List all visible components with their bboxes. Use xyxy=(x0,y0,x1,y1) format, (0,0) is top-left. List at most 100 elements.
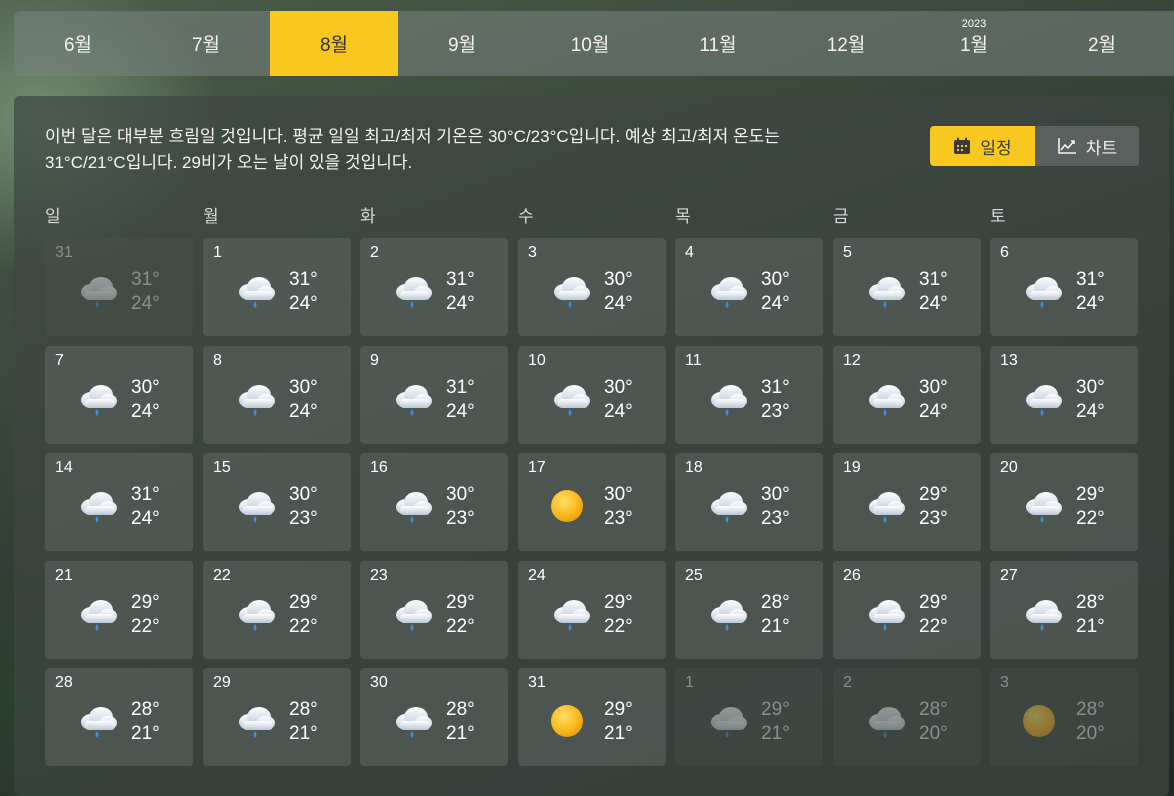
day-cell[interactable]: 23 29° 22° xyxy=(360,561,508,659)
day-number: 27 xyxy=(1000,567,1018,584)
schedule-view-button[interactable]: 일정 xyxy=(930,126,1035,166)
low-temp: 21° xyxy=(446,723,475,744)
month-tab[interactable]: 8월 xyxy=(270,11,398,76)
low-temp: 24° xyxy=(761,293,790,314)
low-temp: 21° xyxy=(604,723,633,744)
day-number: 14 xyxy=(55,459,73,476)
weekday-label: 금 xyxy=(833,207,849,226)
day-number: 12 xyxy=(843,352,861,369)
low-temp: 21° xyxy=(131,723,160,744)
day-cell[interactable]: 20 29° 22° xyxy=(990,453,1138,551)
day-cell[interactable]: 10 30° 24° xyxy=(518,346,666,444)
low-temp: 22° xyxy=(604,616,633,637)
day-number: 4 xyxy=(685,244,694,261)
month-tab-label: 1월 xyxy=(959,35,989,56)
rain-cloud-icon xyxy=(392,382,434,418)
low-temp: 24° xyxy=(131,293,160,314)
month-tab[interactable]: 12월 xyxy=(782,11,910,76)
day-number: 24 xyxy=(528,567,546,584)
chart-view-label: 차트 xyxy=(1085,138,1118,158)
day-cell[interactable]: 12 30° 24° xyxy=(833,346,981,444)
day-cell[interactable]: 22 29° 22° xyxy=(203,561,351,659)
day-number: 8 xyxy=(213,352,222,369)
low-temp: 24° xyxy=(446,401,475,422)
high-temp: 29° xyxy=(446,592,475,613)
rain-cloud-icon xyxy=(707,489,749,525)
weekday-label: 일 xyxy=(45,207,61,226)
day-cell[interactable]: 2 28° 20° xyxy=(833,668,981,766)
calendar-icon xyxy=(954,137,971,154)
month-tab[interactable]: 11월 xyxy=(654,11,782,76)
day-cell[interactable]: 11 31° 23° xyxy=(675,346,823,444)
low-temp: 24° xyxy=(131,401,160,422)
month-tab[interactable]: 10월 xyxy=(526,11,654,76)
rain-cloud-icon xyxy=(707,597,749,633)
month-tab-label: 11월 xyxy=(699,35,737,56)
day-cell[interactable]: 30 28° 21° xyxy=(360,668,508,766)
month-tab[interactable]: 7월 xyxy=(142,11,270,76)
month-tab-label: 2월 xyxy=(1087,35,1117,56)
low-temp: 21° xyxy=(1076,616,1105,637)
high-temp: 28° xyxy=(131,699,160,720)
rain-cloud-icon xyxy=(77,597,119,633)
month-tab[interactable]: 2023 1월 xyxy=(910,11,1038,76)
low-temp: 24° xyxy=(131,508,160,529)
high-temp: 30° xyxy=(761,269,790,290)
day-cell[interactable]: 14 31° 24° xyxy=(45,453,193,551)
day-cell[interactable]: 2 31° 24° xyxy=(360,238,508,336)
weekday-label: 토 xyxy=(990,207,1006,226)
high-temp: 31° xyxy=(131,484,160,505)
high-temp: 28° xyxy=(1076,699,1105,720)
day-cell[interactable]: 15 30° 23° xyxy=(203,453,351,551)
month-tab-label: 6월 xyxy=(63,35,93,56)
forecast-panel: 이번 달은 대부분 흐림일 것입니다. 평균 일일 최고/최저 기온은 30°C… xyxy=(14,96,1169,796)
day-cell[interactable]: 4 30° 24° xyxy=(675,238,823,336)
day-number: 25 xyxy=(685,567,703,584)
high-temp: 30° xyxy=(1076,377,1105,398)
day-number: 23 xyxy=(370,567,388,584)
day-cell[interactable]: 24 29° 22° xyxy=(518,561,666,659)
month-tab[interactable]: 9월 xyxy=(398,11,526,76)
schedule-view-label: 일정 xyxy=(980,138,1012,158)
rain-cloud-icon xyxy=(1022,382,1064,418)
day-cell[interactable]: 28 28° 21° xyxy=(45,668,193,766)
high-temp: 31° xyxy=(289,269,318,290)
rain-cloud-icon xyxy=(235,274,277,310)
day-cell[interactable]: 19 29° 23° xyxy=(833,453,981,551)
high-temp: 29° xyxy=(1076,484,1105,505)
day-cell[interactable]: 1 29° 21° xyxy=(675,668,823,766)
day-cell[interactable]: 3 28° 20° xyxy=(990,668,1138,766)
rain-cloud-icon xyxy=(707,382,749,418)
day-cell[interactable]: 16 30° 23° xyxy=(360,453,508,551)
day-cell[interactable]: 25 28° 21° xyxy=(675,561,823,659)
day-cell[interactable]: 1 31° 24° xyxy=(203,238,351,336)
day-cell[interactable]: 6 31° 24° xyxy=(990,238,1138,336)
month-tab[interactable]: 2월 xyxy=(1038,11,1166,76)
line-chart-icon xyxy=(1058,138,1076,154)
day-cell[interactable]: 18 30° 23° xyxy=(675,453,823,551)
day-cell[interactable]: 7 30° 24° xyxy=(45,346,193,444)
day-cell[interactable]: 17 30° 23° xyxy=(518,453,666,551)
low-temp: 23° xyxy=(604,508,633,529)
high-temp: 31° xyxy=(446,269,475,290)
month-tab[interactable]: 6월 xyxy=(14,11,142,76)
day-cell[interactable]: 31 29° 21° xyxy=(518,668,666,766)
day-cell[interactable]: 8 30° 24° xyxy=(203,346,351,444)
day-cell[interactable]: 31 31° 24° xyxy=(45,238,193,336)
chart-view-button[interactable]: 차트 xyxy=(1035,126,1139,166)
low-temp: 23° xyxy=(289,508,318,529)
rain-cloud-icon xyxy=(550,597,592,633)
day-cell[interactable]: 5 31° 24° xyxy=(833,238,981,336)
low-temp: 23° xyxy=(919,508,948,529)
low-temp: 24° xyxy=(919,293,948,314)
low-temp: 22° xyxy=(446,616,475,637)
day-cell[interactable]: 26 29° 22° xyxy=(833,561,981,659)
day-cell[interactable]: 13 30° 24° xyxy=(990,346,1138,444)
day-cell[interactable]: 9 31° 24° xyxy=(360,346,508,444)
day-cell[interactable]: 29 28° 21° xyxy=(203,668,351,766)
day-number: 9 xyxy=(370,352,379,369)
rain-cloud-icon xyxy=(235,704,277,740)
day-cell[interactable]: 3 30° 24° xyxy=(518,238,666,336)
day-cell[interactable]: 21 29° 22° xyxy=(45,561,193,659)
day-cell[interactable]: 27 28° 21° xyxy=(990,561,1138,659)
